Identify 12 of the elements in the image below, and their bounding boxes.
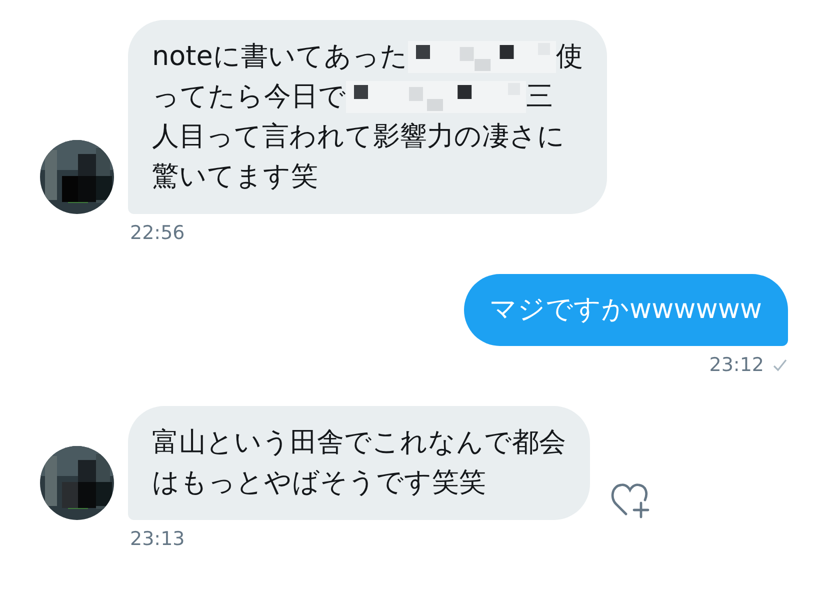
- message-time: 22:56: [130, 222, 185, 244]
- message-time: 23:13: [130, 528, 185, 550]
- message-text: 使: [556, 40, 583, 74]
- message-text: 富山という田舎でこれなんで都会: [152, 426, 566, 460]
- message-text: 驚いてます笑: [152, 160, 318, 194]
- message-text: はもっとやばそうです笑笑: [152, 466, 486, 500]
- message-time: 23:12: [709, 354, 764, 376]
- message-text: 三: [526, 80, 553, 114]
- message-text: マジですかwwwwww: [490, 293, 762, 327]
- message-text: noteに書いてあった: [152, 40, 408, 74]
- message-text: 人目って言われて影響力の凄さに: [152, 120, 565, 154]
- message-text: ってたら今日で: [152, 80, 346, 114]
